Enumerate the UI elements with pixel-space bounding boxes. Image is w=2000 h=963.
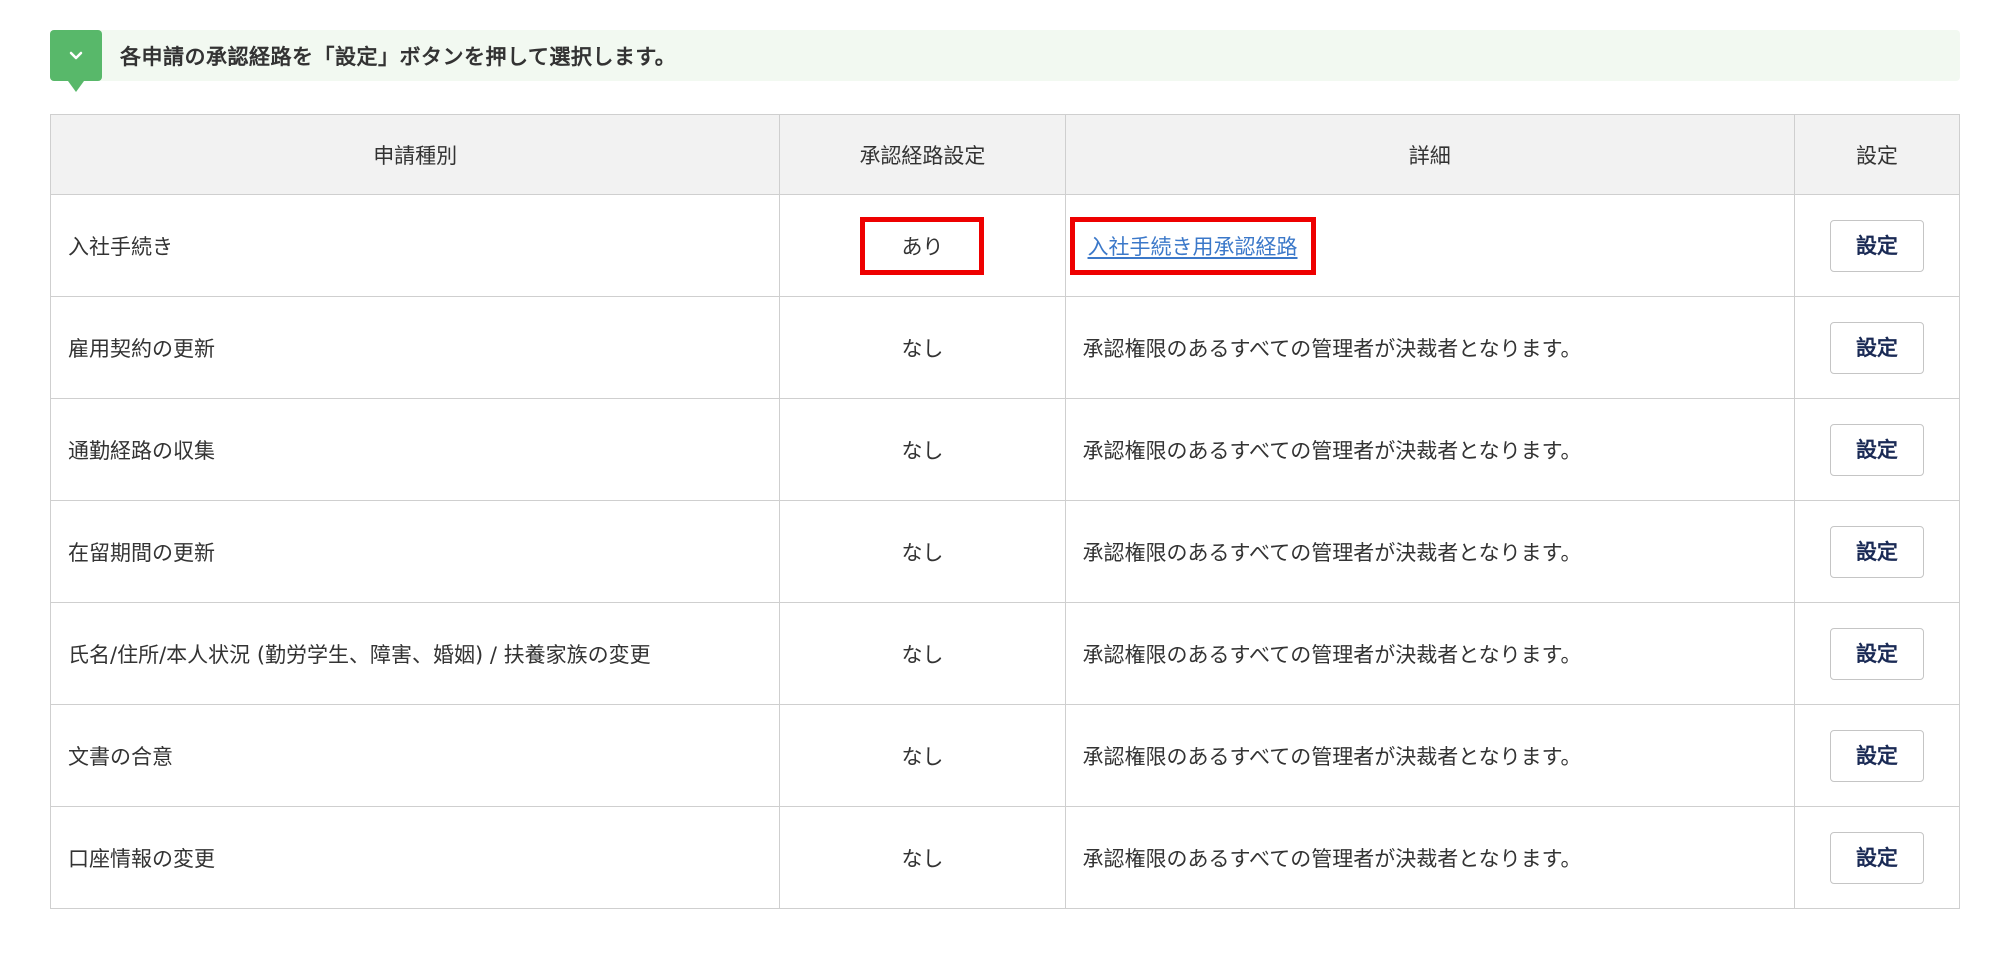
route-setting-cell: なし xyxy=(779,602,1066,705)
detail-cell: 承認権限のあるすべての管理者が決裁者となります。 xyxy=(1064,602,1795,705)
action-cell: 設定 xyxy=(1793,806,1961,909)
application-type-cell: 口座情報の変更 xyxy=(49,806,781,909)
highlight-box-detail: 入社手続き用承認経路 xyxy=(1069,216,1316,275)
detail-cell: 承認権限のあるすべての管理者が決裁者となります。 xyxy=(1064,806,1795,909)
header-detail: 詳細 xyxy=(1064,114,1795,195)
application-type-cell: 文書の合意 xyxy=(49,704,781,807)
set-button[interactable]: 設定 xyxy=(1829,627,1924,680)
detail-cell: 承認権限のあるすべての管理者が決裁者となります。 xyxy=(1064,296,1795,399)
route-setting-cell: なし xyxy=(779,500,1066,603)
application-type-cell: 入社手続き xyxy=(49,194,781,297)
detail-cell: 承認権限のあるすべての管理者が決裁者となります。 xyxy=(1064,704,1795,807)
action-cell: 設定 xyxy=(1793,398,1961,501)
set-button[interactable]: 設定 xyxy=(1829,321,1924,374)
detail-cell: 入社手続き用承認経路 xyxy=(1064,194,1795,297)
action-cell: 設定 xyxy=(1793,704,1961,807)
table-row: 文書の合意 なし 承認権限のあるすべての管理者が決裁者となります。 設定 xyxy=(49,704,1961,807)
set-button[interactable]: 設定 xyxy=(1829,423,1924,476)
route-setting-cell: なし xyxy=(779,296,1066,399)
set-button[interactable]: 設定 xyxy=(1829,831,1924,884)
table-row: 雇用契約の更新 なし 承認権限のあるすべての管理者が決裁者となります。 設定 xyxy=(49,296,1961,399)
application-type-cell: 通勤経路の収集 xyxy=(49,398,781,501)
table-row: 氏名/住所/本人状況 (勤労学生、障害、婚姻) / 扶養家族の変更 なし 承認権… xyxy=(49,602,1961,705)
step-instruction: 各申請の承認経路を「設定」ボタンを押して選択します。 xyxy=(120,44,677,69)
route-setting-cell: あり xyxy=(779,194,1066,297)
table-row: 口座情報の変更 なし 承認権限のあるすべての管理者が決裁者となります。 設定 xyxy=(49,806,1961,909)
table-header-row: 申請種別 承認経路設定 詳細 設定 xyxy=(49,114,1961,195)
page: 各申請の承認経路を「設定」ボタンを押して選択します。 申請種別 承認経路設定 詳… xyxy=(0,0,2000,963)
application-type-cell: 雇用契約の更新 xyxy=(49,296,781,399)
table-row: 在留期間の更新 なし 承認権限のあるすべての管理者が決裁者となります。 設定 xyxy=(49,500,1961,603)
action-cell: 設定 xyxy=(1793,194,1961,297)
action-cell: 設定 xyxy=(1793,602,1961,705)
route-setting-cell: なし xyxy=(779,398,1066,501)
step-banner: 各申請の承認経路を「設定」ボタンを押して選択します。 xyxy=(50,30,1960,92)
detail-cell: 承認権限のあるすべての管理者が決裁者となります。 xyxy=(1064,500,1795,603)
step-badge xyxy=(50,30,102,92)
highlight-box-setting: あり xyxy=(860,216,985,275)
route-setting-cell: なし xyxy=(779,806,1066,909)
action-cell: 設定 xyxy=(1793,500,1961,603)
table-row: 通勤経路の収集 なし 承認権限のあるすべての管理者が決裁者となります。 設定 xyxy=(49,398,1961,501)
route-setting-cell: なし xyxy=(779,704,1066,807)
chevron-down-icon xyxy=(68,50,84,62)
application-type-cell: 氏名/住所/本人状況 (勤労学生、障害、婚姻) / 扶養家族の変更 xyxy=(49,602,781,705)
set-button[interactable]: 設定 xyxy=(1829,219,1924,272)
header-application-type: 申請種別 xyxy=(49,114,781,195)
approval-route-table: 申請種別 承認経路設定 詳細 設定 入社手続き あり 入社手続き用承認経路 設定… xyxy=(49,114,1961,909)
action-cell: 設定 xyxy=(1793,296,1961,399)
route-setting-value: あり xyxy=(901,234,944,259)
table-row: 入社手続き あり 入社手続き用承認経路 設定 xyxy=(49,194,1961,297)
set-button[interactable]: 設定 xyxy=(1829,525,1924,578)
set-button[interactable]: 設定 xyxy=(1829,729,1924,782)
detail-cell: 承認権限のあるすべての管理者が決裁者となります。 xyxy=(1064,398,1795,501)
header-action: 設定 xyxy=(1793,114,1961,195)
header-route-setting: 承認経路設定 xyxy=(779,114,1066,195)
application-type-cell: 在留期間の更新 xyxy=(49,500,781,603)
approval-route-link[interactable]: 入社手続き用承認経路 xyxy=(1088,235,1298,259)
